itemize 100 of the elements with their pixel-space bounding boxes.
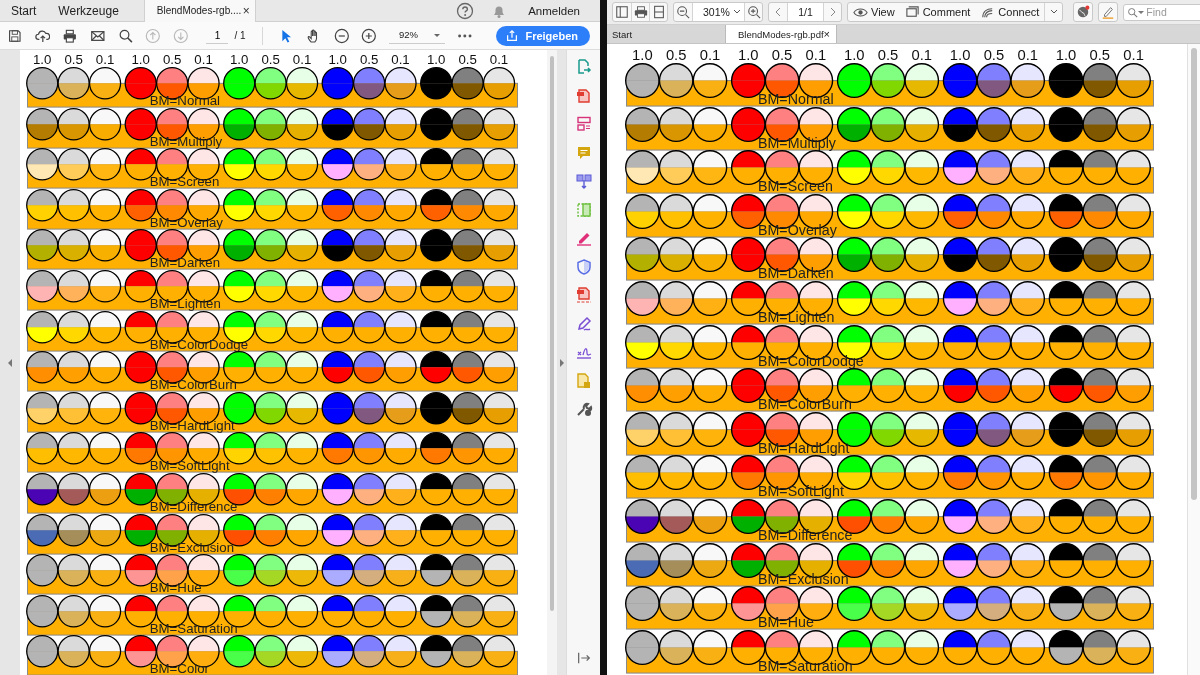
blend-mode-label: BM=Exclusion <box>758 570 849 587</box>
zoom-out-icon[interactable] <box>676 5 690 19</box>
blend-mode-label: BM=Lighten <box>758 308 835 325</box>
page-count: / 1 <box>234 30 246 41</box>
comment-icon <box>904 4 920 20</box>
blend-mode-label: BM=Multiply <box>758 134 836 151</box>
pen-icon[interactable] <box>1101 5 1116 19</box>
blend-mode-label: BM=HardLight <box>758 439 850 456</box>
globe-icon[interactable] <box>1076 5 1091 19</box>
shield-icon[interactable] <box>574 257 593 276</box>
opacity-label: 0.1 <box>1017 47 1038 63</box>
blend-mode-label: BM=Lighten <box>149 296 221 312</box>
blend-mode-label: BM=SoftLight <box>149 458 230 474</box>
opacity-label: 0.1 <box>699 47 721 63</box>
zoom-in-icon[interactable] <box>361 26 378 45</box>
scrollbar[interactable] <box>1187 44 1200 675</box>
blend-mode-label: BM=Screen <box>758 178 833 195</box>
caret-icon <box>432 31 441 38</box>
opacity-label: 0.5 <box>877 47 899 63</box>
opacity-label: 0.1 <box>1123 47 1144 63</box>
toolbar-button[interactable]: Comment <box>899 3 976 21</box>
blend-mode-label: BM=Darken <box>149 255 220 271</box>
blend-mode-label: BM=SoftLight <box>758 483 844 500</box>
blend-mode-label: BM=Difference <box>149 499 238 515</box>
toolbar-button[interactable]: View <box>848 3 900 21</box>
opacity-label: 0.1 <box>194 51 213 68</box>
collapse-panel-icon[interactable] <box>575 650 592 666</box>
blend-mode-label: BM=Darken <box>758 265 834 282</box>
share-icon <box>505 28 520 43</box>
blend-mode-label: BM=Overlay <box>758 221 837 238</box>
opacity-label: 0.1 <box>805 47 827 63</box>
blend-mode-label: BM=Color <box>149 661 209 675</box>
blend-mode-label: BM=Normal <box>758 90 834 107</box>
blend-mode-label: BM=Normal <box>149 93 220 109</box>
more-icon[interactable] <box>456 32 473 39</box>
page-view-icon[interactable] <box>651 5 666 19</box>
opacity-label: 1.0 <box>632 47 653 63</box>
zoom-in-icon[interactable] <box>746 5 761 19</box>
opacity-label: 1.0 <box>426 51 446 68</box>
previous-page-icon[interactable] <box>774 7 782 17</box>
tab[interactable]: BlendModes-rgb.pdf× <box>725 25 837 43</box>
opacity-label: 1.0 <box>1055 47 1077 63</box>
tab[interactable]: BlendModes-rgb....× <box>143 0 256 22</box>
pdf-icon[interactable] <box>574 286 593 304</box>
blend-mode-label: BM=Hue <box>758 614 814 631</box>
share-button[interactable]: Freigeben <box>496 25 590 46</box>
opacity-label: 0.5 <box>1089 47 1111 63</box>
opacity-label: 0.5 <box>983 47 1005 63</box>
opacity-label: 1.0 <box>843 47 865 63</box>
blend-mode-label: BM=ColorBurn <box>758 396 852 413</box>
page-field[interactable]: 1/1 <box>787 3 823 21</box>
zoom-dropdown[interactable]: 92% <box>389 27 445 44</box>
tab[interactable]: Start <box>0 0 48 22</box>
opacity-label: 0.1 <box>95 51 115 68</box>
sign-in-link[interactable]: Anmelden <box>528 4 580 17</box>
opacity-label: 1.0 <box>229 51 249 68</box>
toolbar-button[interactable]: Connect <box>975 3 1045 21</box>
find-field[interactable]: Find <box>1123 3 1200 21</box>
blend-mode-label: BM=ColorBurn <box>149 377 237 393</box>
opacity-label: 0.1 <box>292 51 312 68</box>
blend-mode-label: BM=Saturation <box>758 657 853 674</box>
blend-mode-label: BM=Difference <box>758 526 853 543</box>
zoom-out-icon[interactable] <box>333 26 350 45</box>
opacity-label: 0.1 <box>911 47 933 63</box>
help-icon[interactable] <box>456 1 475 20</box>
scrollbar[interactable] <box>547 50 558 675</box>
blend-mode-label: BM=Saturation <box>149 620 238 636</box>
tab[interactable]: Werkzeuge <box>47 0 130 22</box>
opacity-label: 0.1 <box>391 51 410 68</box>
dropdown-caret-icon[interactable] <box>1049 9 1058 15</box>
blend-mode-label: BM=HardLight <box>149 417 235 433</box>
opacity-label: 0.1 <box>489 51 509 68</box>
blend-mode-label: BM=ColorDodge <box>149 336 248 352</box>
zoom-dropdown[interactable]: 301% <box>692 3 744 21</box>
opacity-label: 0.5 <box>771 47 793 63</box>
opacity-label: 0.5 <box>64 51 83 68</box>
blend-mode-label: BM=Hue <box>149 580 202 596</box>
caret-icon <box>733 9 741 15</box>
tab[interactable]: Start <box>607 25 725 43</box>
opacity-label: 0.5 <box>665 47 687 63</box>
opacity-label: 0.5 <box>162 51 182 68</box>
print-icon[interactable] <box>633 5 648 19</box>
opacity-label: 0.5 <box>359 51 379 68</box>
pdf-icon[interactable] <box>574 86 593 105</box>
blend-mode-label: BM=Exclusion <box>149 539 234 555</box>
opacity-label: 1.0 <box>738 47 759 63</box>
sidebar-icon[interactable] <box>615 5 629 19</box>
opacity-label: 1.0 <box>33 51 52 68</box>
layout-icon[interactable] <box>574 115 593 133</box>
combine-icon[interactable] <box>574 172 593 190</box>
opacity-label: 1.0 <box>328 51 347 68</box>
opacity-label: 0.5 <box>261 51 280 68</box>
opacity-label: 1.0 <box>949 47 971 63</box>
collapse-left-icon[interactable] <box>7 357 13 368</box>
blend-mode-label: BM=Overlay <box>149 214 223 230</box>
blend-mode-label: BM=ColorDodge <box>758 352 864 369</box>
opacity-label: 0.5 <box>458 51 477 68</box>
opacity-label: 1.0 <box>131 51 150 68</box>
page-field[interactable]: 1 <box>206 27 229 44</box>
next-page-icon[interactable] <box>828 7 837 17</box>
